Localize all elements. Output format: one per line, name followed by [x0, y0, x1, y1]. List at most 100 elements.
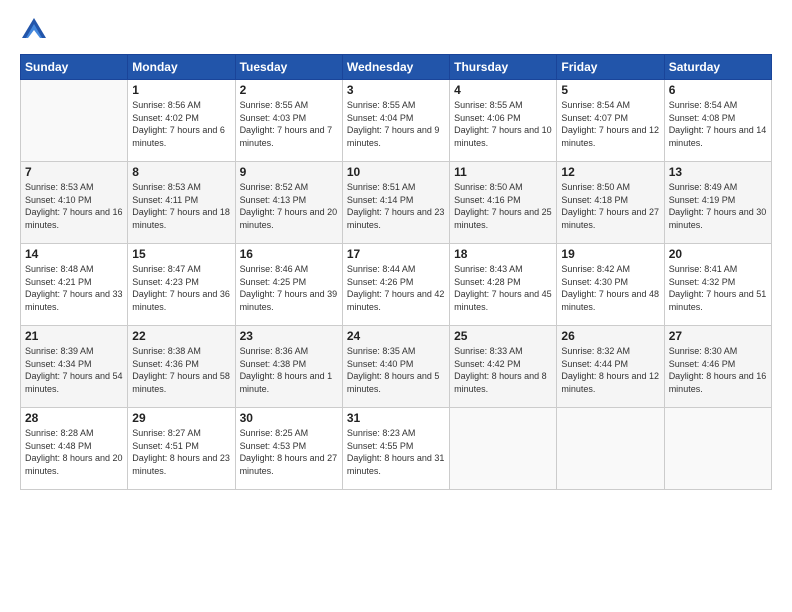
logo [20, 16, 52, 44]
calendar-cell: 9 Sunrise: 8:52 AMSunset: 4:13 PMDaylight… [235, 162, 342, 244]
day-number: 19 [561, 247, 659, 261]
calendar-cell: 14 Sunrise: 8:48 AMSunset: 4:21 PMDayligh… [21, 244, 128, 326]
day-number: 26 [561, 329, 659, 343]
day-number: 17 [347, 247, 445, 261]
day-info: Sunrise: 8:55 AMSunset: 4:03 PMDaylight:… [240, 99, 338, 149]
day-number: 4 [454, 83, 552, 97]
calendar-header-saturday: Saturday [664, 55, 771, 80]
day-number: 8 [132, 165, 230, 179]
calendar-cell: 4Sunrise: 8:55 AMSunset: 4:06 PMDaylight… [450, 80, 557, 162]
day-number: 25 [454, 329, 552, 343]
calendar-cell: 22 Sunrise: 8:38 AMSunset: 4:36 PMDayligh… [128, 326, 235, 408]
day-number: 1 [132, 83, 230, 97]
day-number: 16 [240, 247, 338, 261]
calendar-cell [664, 408, 771, 490]
calendar-header-tuesday: Tuesday [235, 55, 342, 80]
calendar-cell: 8 Sunrise: 8:53 AMSunset: 4:11 PMDaylight… [128, 162, 235, 244]
calendar-cell: 12Sunrise: 8:50 AMSunset: 4:18 PMDayligh… [557, 162, 664, 244]
day-number: 27 [669, 329, 767, 343]
day-info: Sunrise: 8:50 AMSunset: 4:16 PMDaylight:… [454, 181, 552, 231]
day-number: 30 [240, 411, 338, 425]
day-info: Sunrise: 8:33 AMSunset: 4:42 PMDaylight:… [454, 345, 552, 395]
calendar-cell: 16 Sunrise: 8:46 AMSunset: 4:25 PMDayligh… [235, 244, 342, 326]
calendar-cell: 27 Sunrise: 8:30 AMSunset: 4:46 PMDayligh… [664, 326, 771, 408]
calendar-cell: 15Sunrise: 8:47 AMSunset: 4:23 PMDayligh… [128, 244, 235, 326]
day-info: Sunrise: 8:38 AMSunset: 4:36 PMDaylight:… [132, 345, 230, 395]
calendar-header-monday: Monday [128, 55, 235, 80]
day-number: 22 [132, 329, 230, 343]
calendar-header-wednesday: Wednesday [342, 55, 449, 80]
calendar-cell: 18Sunrise: 8:43 AMSunset: 4:28 PMDayligh… [450, 244, 557, 326]
header [20, 16, 772, 44]
calendar-cell [21, 80, 128, 162]
calendar-week-row: 7 Sunrise: 8:53 AMSunset: 4:10 PMDaylight… [21, 162, 772, 244]
day-info: Sunrise: 8:46 AMSunset: 4:25 PMDaylight:… [240, 263, 338, 313]
calendar-header-thursday: Thursday [450, 55, 557, 80]
calendar-header-friday: Friday [557, 55, 664, 80]
logo-icon [20, 16, 48, 44]
calendar-week-row: 28 Sunrise: 8:28 AMSunset: 4:48 PMDayligh… [21, 408, 772, 490]
day-info: Sunrise: 8:27 AMSunset: 4:51 PMDaylight:… [132, 427, 230, 477]
calendar-cell: 11 Sunrise: 8:50 AMSunset: 4:16 PMDayligh… [450, 162, 557, 244]
day-number: 11 [454, 165, 552, 179]
calendar-cell: 20Sunrise: 8:41 AMSunset: 4:32 PMDayligh… [664, 244, 771, 326]
calendar-week-row: 1Sunrise: 8:56 AMSunset: 4:02 PMDaylight… [21, 80, 772, 162]
day-info: Sunrise: 8:28 AMSunset: 4:48 PMDaylight:… [25, 427, 123, 477]
day-info: Sunrise: 8:55 AMSunset: 4:04 PMDaylight:… [347, 99, 445, 149]
day-info: Sunrise: 8:25 AMSunset: 4:53 PMDaylight:… [240, 427, 338, 477]
day-info: Sunrise: 8:30 AMSunset: 4:46 PMDaylight:… [669, 345, 767, 395]
day-info: Sunrise: 8:42 AMSunset: 4:30 PMDaylight:… [561, 263, 659, 313]
day-number: 13 [669, 165, 767, 179]
calendar-cell: 31 Sunrise: 8:23 AMSunset: 4:55 PMDayligh… [342, 408, 449, 490]
day-number: 10 [347, 165, 445, 179]
day-number: 21 [25, 329, 123, 343]
calendar-cell: 7 Sunrise: 8:53 AMSunset: 4:10 PMDaylight… [21, 162, 128, 244]
day-info: Sunrise: 8:53 AMSunset: 4:10 PMDaylight:… [25, 181, 123, 231]
day-number: 9 [240, 165, 338, 179]
day-info: Sunrise: 8:39 AMSunset: 4:34 PMDaylight:… [25, 345, 123, 395]
calendar-cell: 24Sunrise: 8:35 AMSunset: 4:40 PMDayligh… [342, 326, 449, 408]
calendar-cell: 5 Sunrise: 8:54 AMSunset: 4:07 PMDaylight… [557, 80, 664, 162]
calendar-cell: 26 Sunrise: 8:32 AMSunset: 4:44 PMDayligh… [557, 326, 664, 408]
calendar-header-row: SundayMondayTuesdayWednesdayThursdayFrid… [21, 55, 772, 80]
day-info: Sunrise: 8:53 AMSunset: 4:11 PMDaylight:… [132, 181, 230, 231]
day-number: 31 [347, 411, 445, 425]
calendar-cell: 21 Sunrise: 8:39 AMSunset: 4:34 PMDayligh… [21, 326, 128, 408]
calendar-cell: 25 Sunrise: 8:33 AMSunset: 4:42 PMDayligh… [450, 326, 557, 408]
day-info: Sunrise: 8:52 AMSunset: 4:13 PMDaylight:… [240, 181, 338, 231]
calendar-cell: 13 Sunrise: 8:49 AMSunset: 4:19 PMDayligh… [664, 162, 771, 244]
calendar-cell: 17Sunrise: 8:44 AMSunset: 4:26 PMDayligh… [342, 244, 449, 326]
day-info: Sunrise: 8:50 AMSunset: 4:18 PMDaylight:… [561, 181, 659, 231]
page: SundayMondayTuesdayWednesdayThursdayFrid… [0, 0, 792, 612]
day-number: 14 [25, 247, 123, 261]
day-info: Sunrise: 8:47 AMSunset: 4:23 PMDaylight:… [132, 263, 230, 313]
calendar-cell [557, 408, 664, 490]
calendar-table: SundayMondayTuesdayWednesdayThursdayFrid… [20, 54, 772, 490]
day-info: Sunrise: 8:54 AMSunset: 4:07 PMDaylight:… [561, 99, 659, 149]
calendar-cell: 28 Sunrise: 8:28 AMSunset: 4:48 PMDayligh… [21, 408, 128, 490]
day-number: 7 [25, 165, 123, 179]
day-number: 24 [347, 329, 445, 343]
calendar-cell: 6 Sunrise: 8:54 AMSunset: 4:08 PMDaylight… [664, 80, 771, 162]
calendar-cell: 1Sunrise: 8:56 AMSunset: 4:02 PMDaylight… [128, 80, 235, 162]
calendar-cell: 3Sunrise: 8:55 AMSunset: 4:04 PMDaylight… [342, 80, 449, 162]
calendar-cell: 30 Sunrise: 8:25 AMSunset: 4:53 PMDayligh… [235, 408, 342, 490]
day-info: Sunrise: 8:41 AMSunset: 4:32 PMDaylight:… [669, 263, 767, 313]
day-info: Sunrise: 8:48 AMSunset: 4:21 PMDaylight:… [25, 263, 123, 313]
day-number: 5 [561, 83, 659, 97]
day-number: 6 [669, 83, 767, 97]
day-number: 18 [454, 247, 552, 261]
day-number: 28 [25, 411, 123, 425]
day-info: Sunrise: 8:23 AMSunset: 4:55 PMDaylight:… [347, 427, 445, 477]
calendar-week-row: 21 Sunrise: 8:39 AMSunset: 4:34 PMDayligh… [21, 326, 772, 408]
calendar-week-row: 14 Sunrise: 8:48 AMSunset: 4:21 PMDayligh… [21, 244, 772, 326]
day-number: 23 [240, 329, 338, 343]
day-info: Sunrise: 8:54 AMSunset: 4:08 PMDaylight:… [669, 99, 767, 149]
calendar-cell: 2Sunrise: 8:55 AMSunset: 4:03 PMDaylight… [235, 80, 342, 162]
day-info: Sunrise: 8:49 AMSunset: 4:19 PMDaylight:… [669, 181, 767, 231]
calendar-cell: 29Sunrise: 8:27 AMSunset: 4:51 PMDayligh… [128, 408, 235, 490]
calendar-cell: 10Sunrise: 8:51 AMSunset: 4:14 PMDayligh… [342, 162, 449, 244]
calendar-header-sunday: Sunday [21, 55, 128, 80]
calendar-cell [450, 408, 557, 490]
day-info: Sunrise: 8:32 AMSunset: 4:44 PMDaylight:… [561, 345, 659, 395]
